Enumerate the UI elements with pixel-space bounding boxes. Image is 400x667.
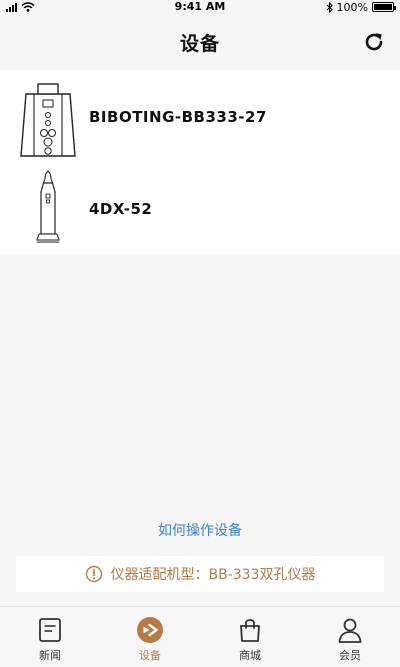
device-list: BIBOTING-BB333-27 4DX-52 (0, 70, 400, 255)
nav-bar: 设备 (0, 14, 400, 70)
notice-text: 仪器适配机型：BB-333双孔仪器 (110, 567, 316, 583)
device-row[interactable]: 4DX-52 (0, 168, 400, 250)
tab-label: 会员 (339, 649, 361, 662)
refresh-icon[interactable] (362, 30, 386, 54)
warning-circle-icon (85, 565, 102, 583)
status-time: 9:41 AM (174, 0, 226, 13)
shopping-bag-icon (240, 619, 260, 642)
tab-news[interactable]: 新闻 (0, 607, 100, 667)
page-title: 设备 (179, 32, 220, 55)
user-icon (338, 618, 362, 643)
tab-label: 新闻 (39, 649, 61, 662)
how-to-operate-link[interactable]: 如何操作设备 (0, 520, 400, 540)
tab-member[interactable]: 会员 (300, 607, 400, 667)
tab-label: 商城 (239, 649, 261, 662)
device-name: BIBOTING-BB333-27 (89, 108, 267, 126)
tab-label: 设备 (139, 649, 161, 662)
news-icon (39, 618, 61, 642)
device-name: 4DX-52 (89, 200, 153, 218)
tab-mall[interactable]: 商城 (200, 607, 300, 667)
status-bar: 9:41 AM 100% (0, 0, 400, 14)
tab-device[interactable]: 设备 (100, 607, 200, 667)
battery-icon (372, 2, 396, 12)
device-icon (137, 617, 163, 643)
device-row[interactable]: BIBOTING-BB333-27 (0, 78, 400, 162)
handheld-device-icon (36, 170, 60, 243)
compatibility-notice: 仪器适配机型：BB-333双孔仪器 (16, 556, 384, 592)
tab-bar: 新闻 设备 商城 会员 (0, 606, 400, 667)
desktop-device-icon (20, 83, 76, 157)
